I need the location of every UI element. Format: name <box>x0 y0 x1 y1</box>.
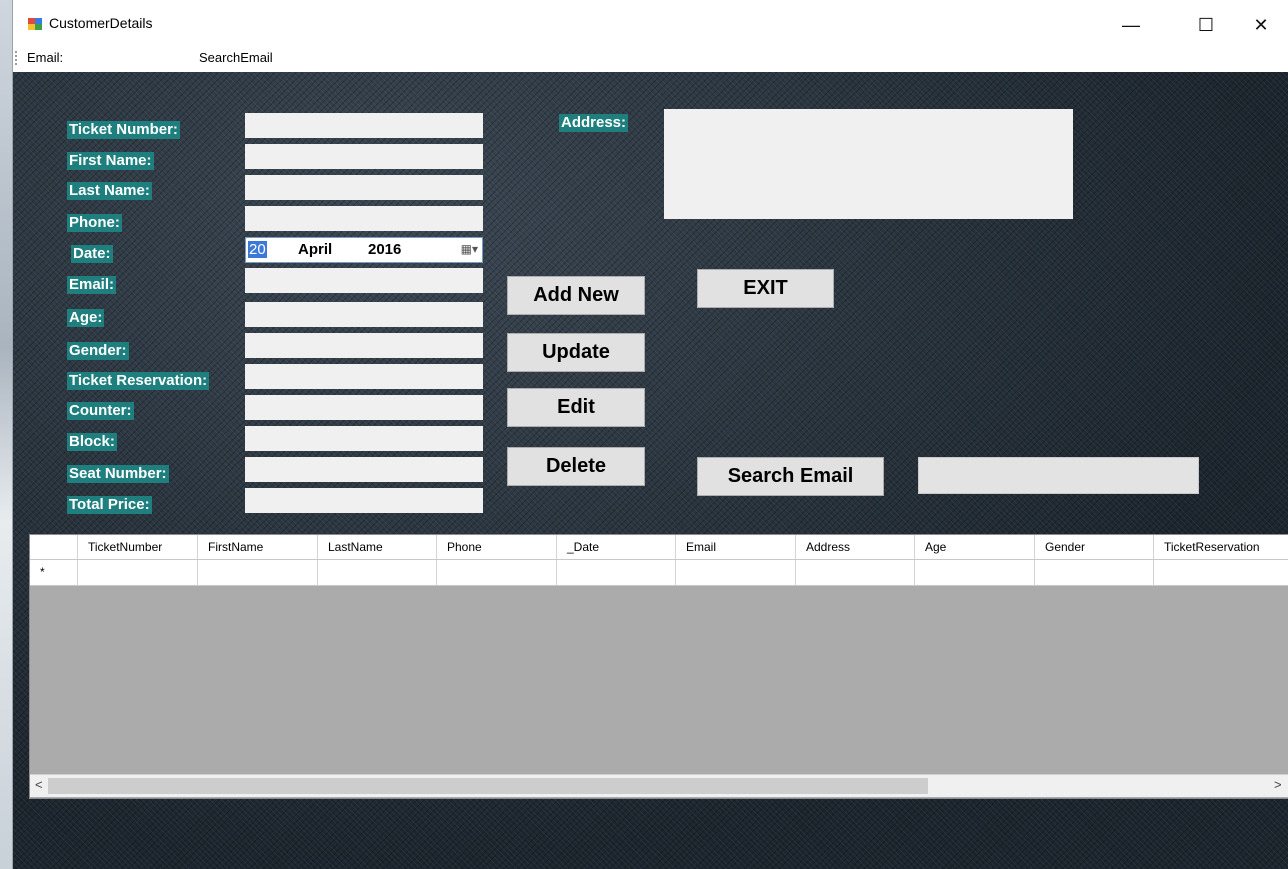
table-cell[interactable] <box>78 560 198 585</box>
toolstrip-grip-icon[interactable] <box>15 51 19 65</box>
table-cell[interactable] <box>437 560 557 585</box>
seat-number-input[interactable] <box>245 457 483 482</box>
label-date: Date: <box>71 245 113 263</box>
grid-row-header-corner[interactable] <box>30 535 78 559</box>
email-input[interactable] <box>245 268 483 293</box>
label-address: Address: <box>559 114 629 132</box>
new-row-marker[interactable]: * <box>30 560 78 585</box>
table-cell[interactable] <box>557 560 676 585</box>
label-total-price: Total Price: <box>67 496 152 514</box>
minimize-button[interactable]: — <box>1108 10 1154 40</box>
edit-button[interactable]: Edit <box>507 388 645 427</box>
table-cell[interactable] <box>1035 560 1154 585</box>
date-month[interactable]: April <box>298 241 332 258</box>
total-price-input[interactable] <box>245 488 483 513</box>
window-title: CustomerDetails <box>49 15 153 31</box>
column-header[interactable]: Gender <box>1035 535 1154 559</box>
column-header[interactable]: TicketReservation <box>1154 535 1288 559</box>
table-row[interactable]: * <box>30 560 1288 586</box>
add-new-button[interactable]: Add New <box>507 276 645 315</box>
phone-input[interactable] <box>245 206 483 231</box>
column-header[interactable]: Age <box>915 535 1035 559</box>
title-bar[interactable]: CustomerDetails — ☐ ✕ <box>13 0 1288 46</box>
delete-button[interactable]: Delete <box>507 447 645 486</box>
counter-input[interactable] <box>245 395 483 420</box>
scrollbar-thumb[interactable] <box>48 778 928 794</box>
scroll-right-icon[interactable]: > <box>1274 777 1282 792</box>
table-cell[interactable] <box>1154 560 1288 585</box>
customer-data-grid[interactable]: TicketNumber FirstName LastName Phone _D… <box>29 534 1288 799</box>
age-input[interactable] <box>245 302 483 327</box>
last-name-input[interactable] <box>245 175 483 200</box>
horizontal-scrollbar[interactable]: < > <box>30 774 1288 797</box>
table-cell[interactable] <box>796 560 915 585</box>
menu-email-label: Email: <box>27 50 64 65</box>
label-ticket-number: Ticket Number: <box>67 121 180 139</box>
search-email-button[interactable]: Search Email <box>697 457 884 496</box>
first-name-input[interactable] <box>245 144 483 169</box>
column-header[interactable]: Address <box>796 535 915 559</box>
table-cell[interactable] <box>676 560 796 585</box>
label-counter: Counter: <box>67 402 134 420</box>
label-gender: Gender: <box>67 342 129 360</box>
label-block: Block: <box>67 433 117 451</box>
maximize-button[interactable]: ☐ <box>1183 10 1229 40</box>
table-cell[interactable] <box>198 560 318 585</box>
date-day[interactable]: 20 <box>248 241 267 258</box>
column-header[interactable]: TicketNumber <box>78 535 198 559</box>
label-ticket-reservation: Ticket Reservation: <box>67 372 210 390</box>
block-input[interactable] <box>245 426 483 451</box>
label-first-name: First Name: <box>67 152 154 170</box>
customer-details-window: CustomerDetails — ☐ ✕ Email: SearchEmail… <box>12 0 1288 869</box>
label-email: Email: <box>67 276 117 294</box>
column-header[interactable]: _Date <box>557 535 676 559</box>
ticket-reservation-input[interactable] <box>245 364 483 389</box>
gender-input[interactable] <box>245 333 483 358</box>
column-header[interactable]: Phone <box>437 535 557 559</box>
menu-email-input[interactable] <box>73 48 185 68</box>
menu-search-email[interactable]: SearchEmail <box>199 50 273 65</box>
tool-strip: Email: SearchEmail <box>13 46 1288 72</box>
desktop-background <box>0 0 12 869</box>
ticket-number-input[interactable] <box>245 113 483 138</box>
table-cell[interactable] <box>318 560 437 585</box>
column-header[interactable]: FirstName <box>198 535 318 559</box>
form-area: Ticket Number: First Name: Last Name: Ph… <box>13 72 1288 869</box>
exit-button[interactable]: EXIT <box>697 269 834 308</box>
label-seat-number: Seat Number: <box>67 465 169 483</box>
scroll-left-icon[interactable]: < <box>35 777 43 792</box>
update-button[interactable]: Update <box>507 333 645 372</box>
calendar-dropdown-icon[interactable]: ▦▾ <box>461 242 478 256</box>
grid-header: TicketNumber FirstName LastName Phone _D… <box>30 535 1288 560</box>
close-button[interactable]: ✕ <box>1238 10 1284 40</box>
column-header[interactable]: Email <box>676 535 796 559</box>
search-email-input[interactable] <box>918 457 1199 494</box>
label-phone: Phone: <box>67 214 122 232</box>
date-year[interactable]: 2016 <box>368 241 401 258</box>
table-cell[interactable] <box>915 560 1035 585</box>
column-header[interactable]: LastName <box>318 535 437 559</box>
address-input[interactable] <box>664 109 1073 219</box>
label-last-name: Last Name: <box>67 182 152 200</box>
app-icon <box>28 18 42 30</box>
date-picker[interactable]: 20 April 2016 ▦▾ <box>245 237 483 263</box>
label-age: Age: <box>67 309 105 327</box>
